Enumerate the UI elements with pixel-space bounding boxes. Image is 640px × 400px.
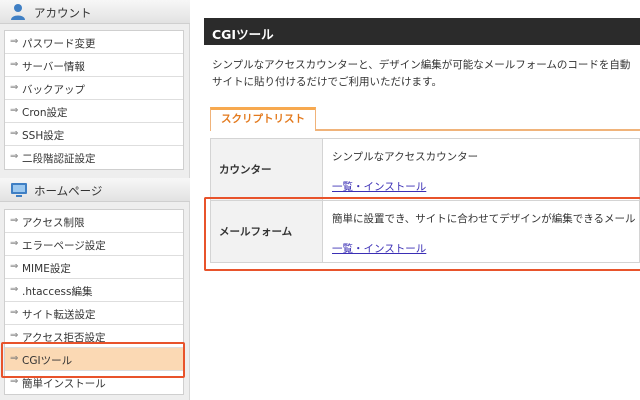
mailform-install-link[interactable]: 一覧・インストール [332, 241, 426, 256]
description-line-1: シンプルなアクセスカウンターと、デザイン編集が可能なメールフォームのコードを自動 [212, 59, 631, 71]
monitor-icon [10, 181, 27, 199]
sidebar-item-access-deny[interactable]: ⇒ アクセス拒否設定 [5, 325, 183, 348]
arrow-right-icon: ⇒ [10, 376, 19, 387]
arrow-right-icon: ⇒ [10, 151, 19, 162]
arrow-right-icon: ⇒ [10, 82, 19, 93]
page-title: CGIツール [212, 27, 274, 42]
counter-install-link[interactable]: 一覧・インストール [332, 179, 426, 194]
sidebar-item-label: Cron設定 [22, 107, 68, 119]
sidebar-item-access-restriction[interactable]: ⇒ アクセス制限 [5, 210, 183, 233]
sidebar-item-label: .htaccess編集 [22, 286, 93, 298]
arrow-right-icon: ⇒ [10, 238, 19, 249]
script-info-cell: シンプルなアクセスカウンター 一覧・インストール [322, 138, 640, 201]
sidebar-item-label: サイト転送設定 [22, 309, 96, 321]
sidebar-item-label: 簡単インストール [22, 378, 106, 390]
sidebar-item-label: CGIツール [22, 355, 73, 367]
sidebar-item-ssh[interactable]: ⇒ SSH設定 [5, 123, 183, 146]
arrow-right-icon: ⇒ [10, 330, 19, 341]
script-table: カウンター シンプルなアクセスカウンター 一覧・インストール メールフォーム 簡… [210, 138, 640, 263]
script-description: シンプルなアクセスカウンター [332, 151, 479, 163]
account-section-title: アカウント [34, 6, 92, 20]
sidebar-item-label: アクセス拒否設定 [22, 332, 106, 344]
script-name: カウンター [210, 138, 323, 201]
account-section-header: アカウント [0, 0, 190, 24]
page-description: シンプルなアクセスカウンターと、デザイン編集が可能なメールフォームのコードを自動… [212, 57, 640, 91]
sidebar-item-label: エラーページ設定 [22, 240, 106, 252]
arrow-right-icon: ⇒ [10, 59, 19, 70]
sidebar-item-two-factor[interactable]: ⇒ 二段階認証設定 [5, 146, 183, 169]
arrow-right-icon: ⇒ [10, 36, 19, 47]
sidebar-item-label: SSH設定 [22, 130, 65, 142]
tab-bar: スクリプトリスト [210, 107, 640, 131]
sidebar-item-label: サーバー情報 [22, 61, 85, 73]
sidebar-item-cgi-tools[interactable]: ⇒ CGIツール [5, 348, 183, 371]
sidebar-item-mime[interactable]: ⇒ MIME設定 [5, 256, 183, 279]
sidebar-item-label: パスワード変更 [22, 38, 96, 50]
sidebar-item-label: MIME設定 [22, 263, 71, 275]
arrow-right-icon: ⇒ [10, 261, 19, 272]
description-line-2: サイトに貼り付けるだけでご利用いただけます。 [212, 76, 442, 88]
account-menu: ⇒ パスワード変更 ⇒ サーバー情報 ⇒ バックアップ ⇒ Cron設定 ⇒ S… [4, 30, 184, 170]
homepage-menu: ⇒ アクセス制限 ⇒ エラーページ設定 ⇒ MIME設定 ⇒ .htaccess… [4, 209, 184, 395]
sidebar-item-label: バックアップ [22, 84, 85, 96]
page-title-bar: CGIツール [204, 18, 640, 45]
sidebar-item-server-info[interactable]: ⇒ サーバー情報 [5, 54, 183, 77]
sidebar-item-cron[interactable]: ⇒ Cron設定 [5, 100, 183, 123]
homepage-section-title: ホームページ [34, 184, 103, 198]
table-row: メールフォーム 簡単に設置でき、サイトに合わせてデザインが編集できるメール 一覧… [210, 200, 640, 263]
sidebar-item-error-page[interactable]: ⇒ エラーページ設定 [5, 233, 183, 256]
arrow-right-icon: ⇒ [10, 215, 19, 226]
main-content: CGIツール シンプルなアクセスカウンターと、デザイン編集が可能なメールフォーム… [204, 0, 640, 400]
script-info-cell: 簡単に設置でき、サイトに合わせてデザインが編集できるメール 一覧・インストール [322, 200, 640, 263]
sidebar: アカウント ⇒ パスワード変更 ⇒ サーバー情報 ⇒ バックアップ ⇒ Cron… [0, 0, 190, 400]
sidebar-item-htaccess[interactable]: ⇒ .htaccess編集 [5, 279, 183, 302]
arrow-right-icon: ⇒ [10, 105, 19, 116]
sidebar-item-label: 二段階認証設定 [22, 153, 96, 165]
arrow-right-icon: ⇒ [10, 307, 19, 318]
script-name: メールフォーム [210, 200, 323, 263]
tab-script-list[interactable]: スクリプトリスト [210, 107, 316, 131]
sidebar-item-site-redirect[interactable]: ⇒ サイト転送設定 [5, 302, 183, 325]
arrow-right-icon: ⇒ [10, 284, 19, 295]
sidebar-item-easy-install[interactable]: ⇒ 簡単インストール [5, 371, 183, 394]
sidebar-item-backup[interactable]: ⇒ バックアップ [5, 77, 183, 100]
homepage-section-header: ホームページ [0, 178, 190, 202]
sidebar-item-password-change[interactable]: ⇒ パスワード変更 [5, 31, 183, 54]
user-icon [10, 3, 26, 21]
arrow-right-icon: ⇒ [10, 128, 19, 139]
arrow-right-icon: ⇒ [10, 353, 19, 364]
sidebar-item-label: アクセス制限 [22, 217, 85, 229]
script-description: 簡単に設置でき、サイトに合わせてデザインが編集できるメール [332, 213, 636, 225]
table-row: カウンター シンプルなアクセスカウンター 一覧・インストール [210, 138, 640, 201]
